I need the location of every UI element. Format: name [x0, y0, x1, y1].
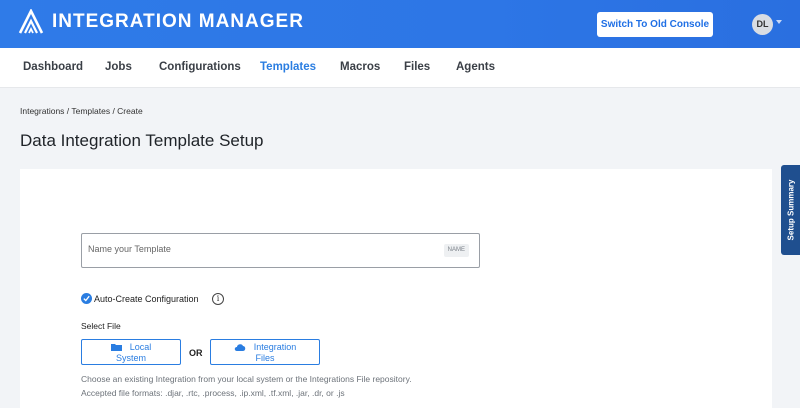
folder-icon	[110, 344, 122, 351]
breadcrumb[interactable]: Integrations / Templates / Create	[20, 106, 143, 116]
nav-templates[interactable]: Templates	[260, 61, 316, 73]
local-system-line2: System	[115, 353, 146, 363]
top-header: INTEGRATION MANAGER Switch To Old Consol…	[0, 0, 800, 48]
template-name-input[interactable]	[88, 244, 428, 254]
template-name-field[interactable]: NAME	[81, 233, 480, 268]
app-title: INTEGRATION MANAGER	[52, 11, 304, 32]
integration-files-line1: Integration	[211, 342, 319, 352]
integration-files-line2: Files	[255, 353, 275, 363]
setup-summary-tab[interactable]: Setup Summary	[781, 165, 800, 255]
nav-dashboard[interactable]: Dashboard	[23, 61, 83, 73]
accepted-formats-text: Accepted file formats: .djar, .rtc, .pro…	[81, 388, 345, 398]
template-setup-panel	[20, 169, 772, 408]
mountain-logo-icon	[18, 9, 44, 34]
nav-jobs[interactable]: Jobs	[105, 61, 132, 73]
switch-old-console-button[interactable]: Switch To Old Console	[597, 12, 713, 37]
integration-files-button[interactable]: Integration Files	[210, 339, 320, 365]
nav-configurations[interactable]: Configurations	[159, 61, 241, 73]
setup-summary-label: Setup Summary	[786, 179, 795, 241]
name-badge: NAME	[443, 244, 469, 257]
avatar[interactable]: DL	[752, 14, 773, 35]
select-file-label: Select File	[81, 321, 121, 331]
chevron-down-icon[interactable]	[776, 20, 782, 24]
local-system-line1: Local	[82, 342, 180, 352]
auto-create-label[interactable]: Auto-Create Configuration	[94, 294, 199, 304]
local-system-button[interactable]: Local System	[81, 339, 181, 365]
nav-agents[interactable]: Agents	[456, 61, 495, 73]
nav-files[interactable]: Files	[404, 61, 430, 73]
cloud-icon	[234, 344, 245, 351]
file-help-text: Choose an existing Integration from your…	[81, 374, 412, 384]
checkbox-checked-icon[interactable]	[81, 293, 92, 304]
page-title: Data Integration Template Setup	[20, 131, 264, 150]
or-separator: OR	[189, 348, 203, 358]
nav-macros[interactable]: Macros	[340, 61, 380, 73]
main-nav: Dashboard Jobs Configurations Templates …	[0, 48, 800, 88]
info-icon[interactable]: i	[212, 293, 224, 305]
